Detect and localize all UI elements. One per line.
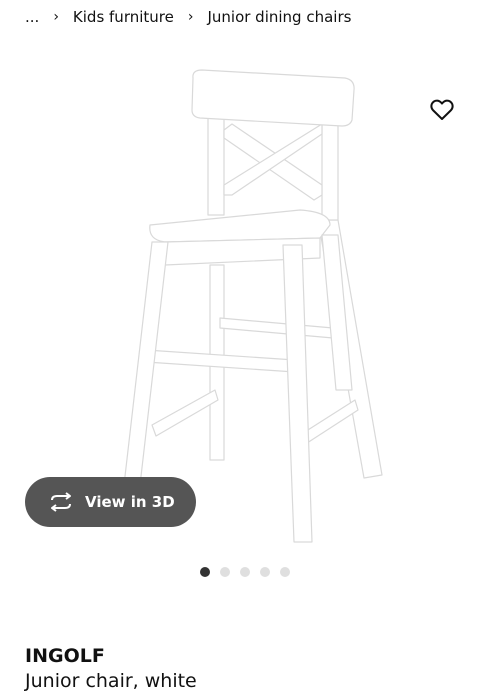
breadcrumb-kids-furniture[interactable]: Kids furniture	[73, 8, 174, 26]
carousel-dot[interactable]	[260, 567, 270, 577]
product-description: Junior chair, white	[25, 670, 197, 692]
heart-outline-icon	[430, 99, 454, 120]
view-in-3d-label: View in 3D	[85, 493, 175, 511]
view-in-3d-button[interactable]: View in 3D	[25, 477, 196, 527]
carousel-dot[interactable]	[220, 567, 230, 577]
product-name: INGOLF	[25, 645, 105, 667]
rotate-3d-icon	[47, 492, 75, 512]
carousel-indicator	[200, 567, 300, 577]
breadcrumb-separator: ›	[187, 9, 194, 25]
carousel-dot[interactable]	[280, 567, 290, 577]
breadcrumb: ... › Kids furniture › Junior dining cha…	[25, 8, 351, 26]
favorite-button[interactable]	[429, 97, 455, 123]
breadcrumb-ellipsis[interactable]: ...	[25, 8, 39, 26]
carousel-dot[interactable]	[240, 567, 250, 577]
carousel-dot[interactable]	[200, 567, 210, 577]
product-page: ... › Kids furniture › Junior dining cha…	[0, 0, 492, 699]
breadcrumb-separator: ›	[53, 9, 59, 25]
breadcrumb-junior-dining-chairs[interactable]: Junior dining chairs	[207, 8, 351, 26]
